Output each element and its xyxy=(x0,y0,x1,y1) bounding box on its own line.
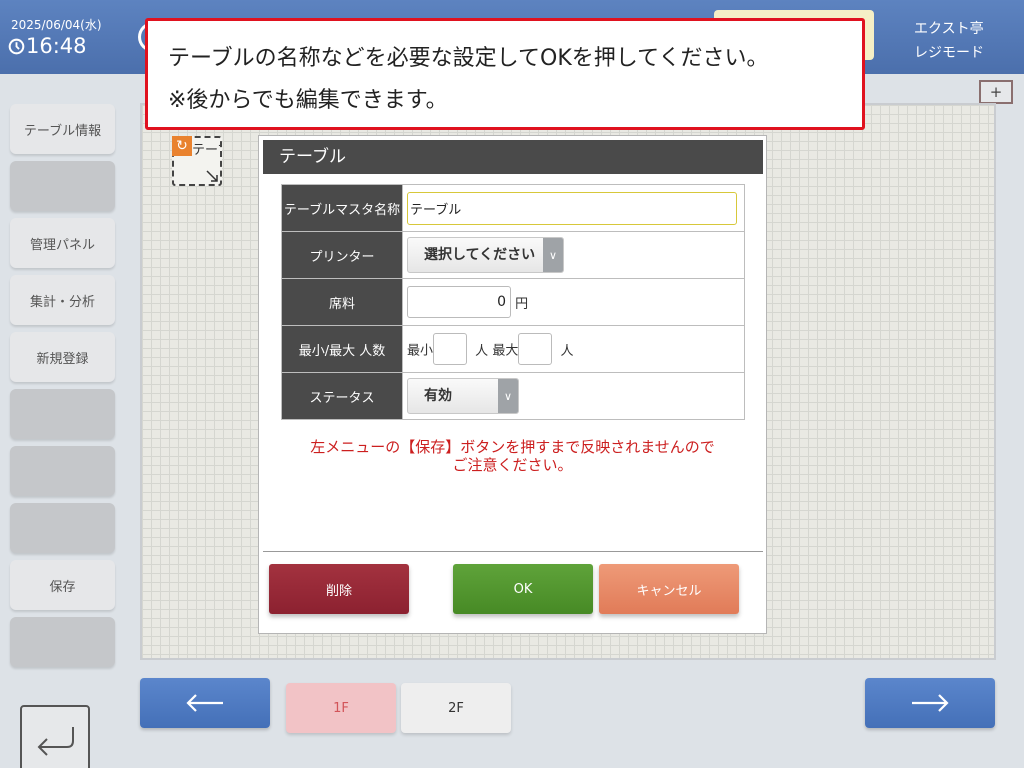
sidebar-item-save[interactable]: 保存 xyxy=(10,560,115,610)
dialog-divider xyxy=(263,551,763,552)
instruction-banner: テーブルの名称などを必要な設定してOKを押してください。 ※後からでも編集できま… xyxy=(145,18,865,130)
fee-unit: 円 xyxy=(515,297,529,312)
max-label: 最大 xyxy=(492,343,519,359)
floor-tab-2f[interactable]: 2F xyxy=(401,683,511,733)
chevron-down-icon: ∨ xyxy=(543,238,563,272)
sidebar-item-empty xyxy=(10,446,115,496)
min-capacity-input[interactable] xyxy=(433,333,468,365)
sidebar-item-empty xyxy=(10,503,115,553)
prev-page-button[interactable] xyxy=(140,678,270,728)
sidebar-item-new-register[interactable]: 新規登録 xyxy=(10,332,115,382)
fee-input[interactable] xyxy=(407,286,511,318)
date-text: 2025/06/04(水) xyxy=(11,18,102,32)
printer-select-value: 選択してください xyxy=(424,247,536,263)
table-edit-dialog: テーブル テーブルマスタ名称 プリンター 選択してください ∨ 席料 円 最小/… xyxy=(258,135,767,634)
arrow-right-icon xyxy=(912,694,949,712)
table-item-label: テーブル xyxy=(192,143,220,158)
sidebar-item-empty xyxy=(10,617,115,667)
return-icon xyxy=(37,727,74,756)
sidebar-item-empty xyxy=(10,389,115,439)
shop-name: エクスト亭 xyxy=(914,21,984,37)
notice-line-1: 左メニューの【保存】ボタンを押すまで反映されませんので xyxy=(310,438,715,456)
notice-line-2: ご注意ください。 xyxy=(452,456,573,474)
arrow-left-icon xyxy=(186,694,223,712)
max-capacity-input[interactable] xyxy=(518,333,553,365)
table-settings-form: テーブルマスタ名称 プリンター 選択してください ∨ 席料 円 最小/最大 人数… xyxy=(281,184,745,420)
save-notice: 左メニューの【保存】ボタンを押すまで反映されませんので ご注意ください。 xyxy=(259,438,766,474)
mode-label: レジモード xyxy=(914,45,984,61)
sidebar-item-analytics[interactable]: 集計・分析 xyxy=(10,275,115,325)
table-item[interactable]: ↻ テーブル xyxy=(172,136,222,186)
next-page-button[interactable] xyxy=(865,678,995,728)
back-button[interactable] xyxy=(20,705,90,768)
cancel-button[interactable]: キャンセル xyxy=(599,564,739,614)
sidebar-item-admin-panel[interactable]: 管理パネル xyxy=(10,218,115,268)
ok-button[interactable]: OK xyxy=(453,564,593,614)
capacity-label: 最小/最大 人数 xyxy=(281,325,403,373)
dialog-title: テーブル xyxy=(263,140,763,174)
time-text: 16:48 xyxy=(26,34,87,58)
max-person-unit: 人 xyxy=(560,343,574,359)
resize-icon[interactable] xyxy=(205,169,219,183)
status-select[interactable]: 有効 ∨ xyxy=(407,378,519,414)
banner-line-1: テーブルの名称などを必要な設定してOKを押してください。 xyxy=(168,46,769,71)
printer-select[interactable]: 選択してください ∨ xyxy=(407,237,564,273)
printer-label: プリンター xyxy=(281,231,403,279)
add-table-button[interactable]: + xyxy=(979,80,1013,104)
banner-line-2: ※後からでも編集できます。 xyxy=(168,88,448,113)
clock-icon xyxy=(8,38,25,55)
master-name-input[interactable] xyxy=(407,191,737,225)
master-name-label: テーブルマスタ名称 xyxy=(281,184,403,232)
delete-button[interactable]: 削除 xyxy=(269,564,409,614)
floor-tab-1f[interactable]: 1F xyxy=(286,683,396,733)
min-person-unit: 人 xyxy=(475,343,489,359)
rotate-icon[interactable]: ↻ xyxy=(172,136,192,156)
status-label: ステータス xyxy=(281,372,403,420)
sidebar-item-table-info[interactable]: テーブル情報 xyxy=(10,104,115,154)
sidebar-item-empty xyxy=(10,161,115,211)
chevron-down-icon: ∨ xyxy=(498,379,518,413)
fee-label: 席料 xyxy=(281,278,403,326)
min-label: 最小 xyxy=(407,343,434,359)
status-select-value: 有効 xyxy=(424,388,452,404)
